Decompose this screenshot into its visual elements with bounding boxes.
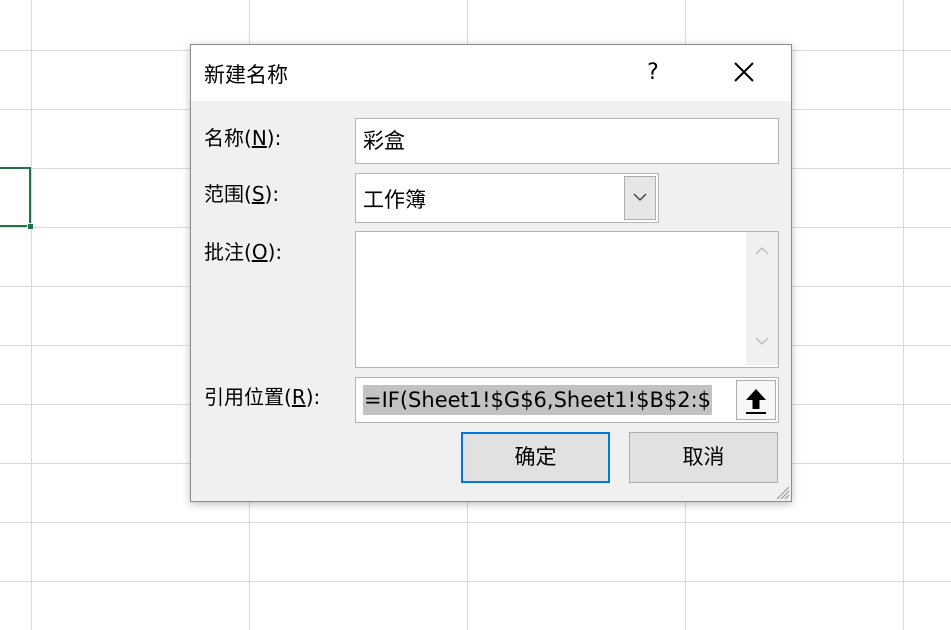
scope-dropdown-arrow[interactable] bbox=[624, 176, 656, 220]
refers-to-value: =IF(Sheet1!$G$6,Sheet1!$B$2:$ bbox=[363, 385, 713, 415]
comment-textarea[interactable] bbox=[355, 231, 779, 368]
refers-to-input[interactable]: =IF(Sheet1!$G$6,Sheet1!$B$2:$ bbox=[355, 377, 779, 423]
active-cell[interactable] bbox=[0, 167, 31, 227]
cancel-button[interactable]: 取消 bbox=[629, 432, 778, 483]
chevron-down-icon bbox=[633, 193, 647, 202]
scope-dropdown[interactable]: 工作簿 bbox=[355, 173, 659, 223]
comment-label: 批注(O): bbox=[204, 240, 283, 264]
scope-label: 范围(S): bbox=[204, 182, 280, 206]
dialog-titlebar[interactable]: 新建名称 ? bbox=[191, 45, 791, 101]
name-input[interactable]: 彩盒 bbox=[355, 118, 779, 164]
new-name-dialog: 新建名称 ? 名称(N): 彩盒 范围(S): 工作簿 批注(O): 引用位置(… bbox=[190, 44, 792, 502]
collapse-dialog-arrow-icon bbox=[746, 389, 766, 414]
size-grip-icon[interactable] bbox=[774, 484, 790, 500]
name-label: 名称(N): bbox=[204, 126, 282, 150]
ok-button[interactable]: 确定 bbox=[461, 432, 610, 483]
scope-selected-value: 工作簿 bbox=[363, 188, 426, 212]
dialog-title: 新建名称 bbox=[204, 63, 288, 87]
close-button[interactable] bbox=[719, 55, 769, 91]
close-icon bbox=[734, 62, 754, 82]
fill-handle[interactable] bbox=[27, 223, 34, 230]
collapse-dialog-button[interactable] bbox=[736, 380, 776, 420]
help-button[interactable]: ? bbox=[631, 55, 675, 91]
ref-label: 引用位置(R): bbox=[204, 385, 321, 409]
